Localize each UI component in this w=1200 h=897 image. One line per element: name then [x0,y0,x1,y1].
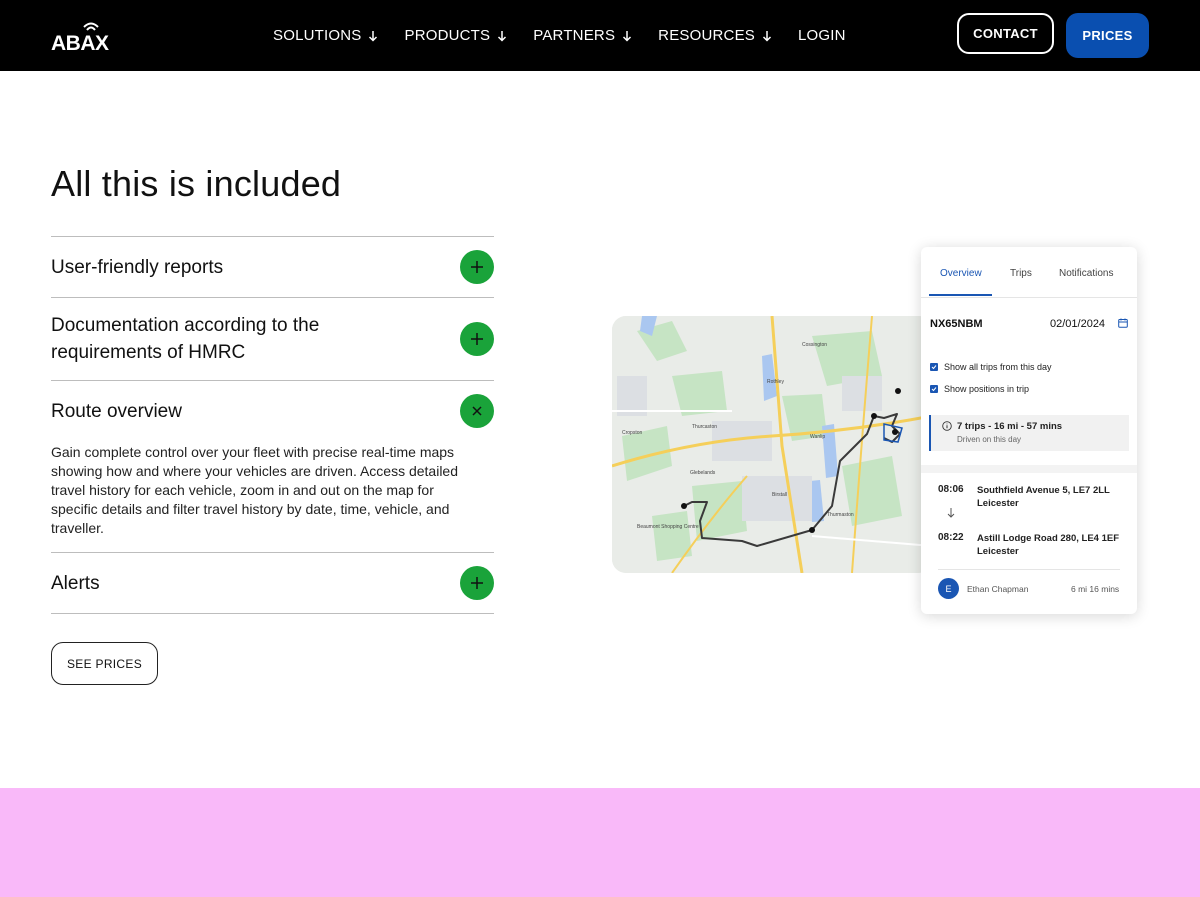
accordion-label: User-friendly reports [51,257,224,278]
tab-overview[interactable]: Overview [940,268,982,279]
map-label: Thurcaston [692,424,717,430]
map-label: Birstall [772,492,787,498]
checkbox-checked-icon [930,385,938,393]
arrow-down-icon [762,30,772,42]
nav-login[interactable]: LOGIN [798,27,846,44]
card-divider [921,465,1137,473]
map-label: Rothley [767,379,784,385]
accordion-body: Gain complete control over your fleet wi… [51,444,459,536]
map-label: Thurmaston [827,512,854,518]
accordion-item-route-overview[interactable]: Route overview Gain complete control ove… [51,380,494,553]
tab-trips[interactable]: Trips [1010,268,1032,279]
main-nav: SOLUTIONS PRODUCTS PARTNERS RESOURCES LO… [273,0,872,71]
wifi-icon [83,22,99,31]
checkbox-show-positions[interactable]: Show positions in trip [930,384,1029,394]
accordion-divider [51,613,494,614]
nav-solutions[interactable]: SOLUTIONS [273,27,378,44]
contact-button[interactable]: CONTACT [957,13,1054,54]
arrow-down-icon [369,30,378,42]
expand-button[interactable] [460,322,494,356]
checkbox-label: Show positions in trip [944,384,1030,394]
arrow-down-icon [498,30,507,42]
expand-button[interactable] [460,566,494,600]
trip-start-address: Southfield Avenue 5, LE7 2LL Leicester [977,485,1110,509]
active-tab-indicator [929,294,992,296]
arrow-down-icon [623,30,632,42]
summary-title: 7 trips - 16 mi - 57 mins [957,421,1063,432]
page-title: All this is included [51,163,342,204]
accordion-label: Alerts [51,573,100,594]
avatar: E [938,578,959,599]
accordion-label: Route overview [51,401,182,422]
nav-partners[interactable]: PARTNERS [533,27,632,44]
tab-notifications[interactable]: Notifications [1059,268,1113,279]
nav-label: PARTNERS [533,27,616,44]
plus-icon [471,261,483,273]
map-label: Beaumont Shopping Centre [637,524,699,530]
nav-label: LOGIN [798,27,846,44]
nav-label: PRODUCTS [404,27,491,44]
plus-icon [471,577,483,589]
checkbox-show-all-trips[interactable]: Show all trips from this day [930,362,1052,372]
map-label: Cossington [802,342,827,348]
trip-summary: 7 trips - 16 mi - 57 mins Driven on this… [929,415,1129,451]
route-map[interactable]: Rothley Thurcaston Wanlip Birstall Glebe… [612,316,932,573]
date-picker[interactable]: 02/01/2024 [1050,318,1105,330]
trip-distance: 6 mi 16 mins [1071,584,1120,594]
checkbox-label: Show all trips from this day [944,362,1052,372]
trip-overview-card: Overview Trips Notifications NX65NBM 02/… [921,247,1137,614]
accordion-label: Documentation according to the requireme… [51,315,320,363]
map-graphic: Rothley Thurcaston Wanlip Birstall Glebe… [612,316,932,573]
see-prices-button[interactable]: SEE PRICES [51,642,158,685]
abax-logo[interactable]: ABAX [51,20,115,55]
nav-products[interactable]: PRODUCTS [404,27,507,44]
calendar-icon[interactable] [1118,318,1128,328]
trip-divider [938,569,1120,570]
nav-label: SOLUTIONS [273,27,362,44]
prices-button[interactable]: PRICES [1066,13,1149,58]
trip-start-time: 08:06 [938,484,964,495]
checkbox-checked-icon [930,363,938,371]
nav-label: RESOURCES [658,27,755,44]
summary-subtitle: Driven on this day [957,435,1022,444]
plus-icon [471,333,483,345]
trip-end-address: Astill Lodge Road 280, LE4 1EF Leicester [977,533,1120,557]
vehicle-plate: NX65NBM [930,318,983,330]
site-header: ABAX SOLUTIONS PRODUCTS PARTNERS RESOURC… [0,0,1200,71]
info-icon [942,421,952,431]
close-icon [472,406,482,416]
expand-button[interactable] [460,250,494,284]
accordion-item-hmrc[interactable]: Documentation according to the requireme… [51,297,494,380]
nav-resources[interactable]: RESOURCES [658,27,772,44]
trip-end-time: 08:22 [938,532,964,543]
next-section-band [0,788,1200,897]
logo-text: ABAX [51,32,109,55]
map-label: Cropston [622,430,643,436]
arrow-down-icon [947,508,955,518]
map-label: Glebelands [690,470,716,476]
accordion-item-alerts[interactable]: Alerts [51,552,494,614]
accordion-item-reports[interactable]: User-friendly reports [51,236,494,298]
driver-name: Ethan Chapman [967,584,1029,594]
map-label: Wanlip [810,434,825,440]
collapse-button[interactable] [460,394,494,428]
card-tabs: Overview Trips Notifications [921,247,1137,298]
